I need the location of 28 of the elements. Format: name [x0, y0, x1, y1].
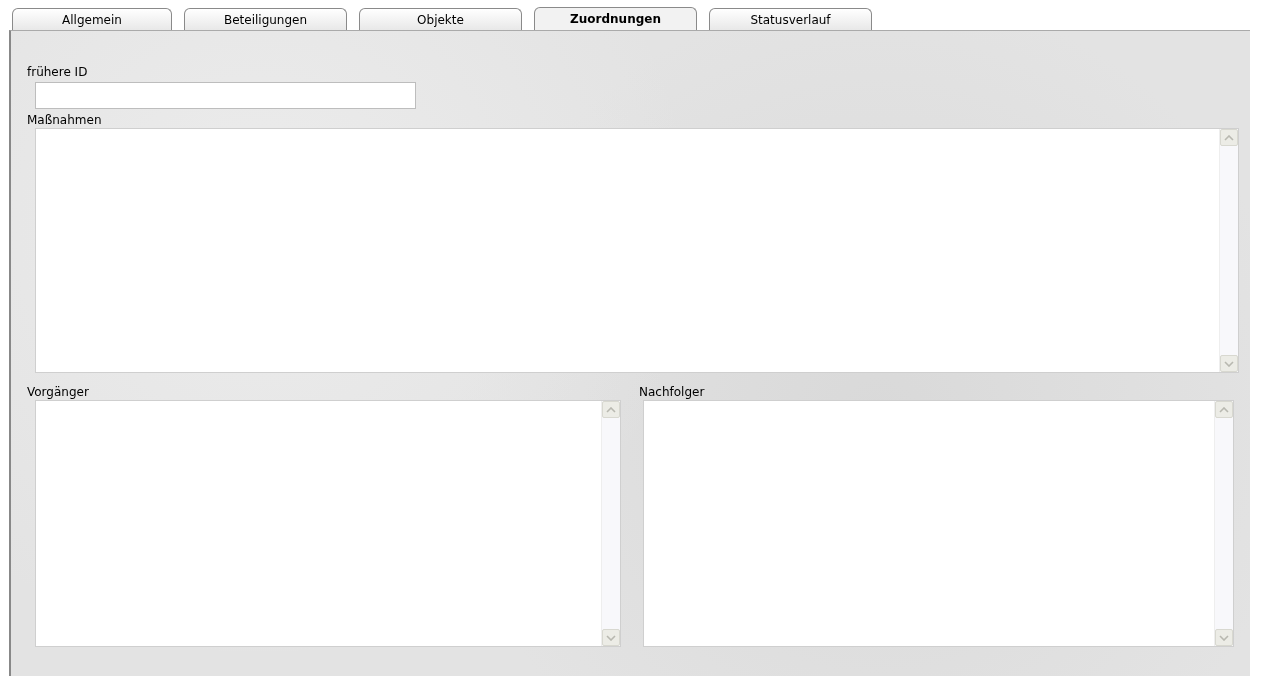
scroll-up-button[interactable] — [602, 401, 620, 418]
tab[interactable]: Allgemein — [12, 8, 172, 30]
chevron-down-icon — [1224, 360, 1234, 367]
scroll-up-button[interactable] — [1215, 401, 1233, 418]
chevron-up-icon — [606, 406, 616, 413]
text-area[interactable] — [35, 400, 621, 647]
chevron-up-icon — [1224, 134, 1234, 141]
field-label: Maßnahmen — [26, 112, 102, 128]
field-label: Vorgänger — [26, 384, 89, 400]
tab[interactable]: Zuordnungen — [534, 7, 697, 30]
input-field[interactable] — [35, 82, 416, 109]
scroll-down-button[interactable] — [1220, 355, 1238, 372]
chevron-up-icon — [1219, 406, 1229, 413]
text-area[interactable] — [643, 400, 1234, 647]
scrollbar[interactable] — [1214, 401, 1233, 646]
tab[interactable]: Statusverlauf — [709, 8, 872, 30]
scrollbar[interactable] — [601, 401, 620, 646]
chevron-down-icon — [606, 634, 616, 641]
scroll-down-button[interactable] — [1215, 629, 1233, 646]
field-label: frühere ID — [26, 64, 88, 80]
chevron-down-icon — [1219, 634, 1229, 641]
tab[interactable]: Objekte — [359, 8, 522, 30]
scroll-down-button[interactable] — [602, 629, 620, 646]
field-label: Nachfolger — [638, 384, 705, 400]
scrollbar[interactable] — [1219, 129, 1238, 372]
scroll-up-button[interactable] — [1220, 129, 1238, 146]
tab[interactable]: Beteiligungen — [184, 8, 347, 30]
text-area[interactable] — [35, 128, 1239, 373]
